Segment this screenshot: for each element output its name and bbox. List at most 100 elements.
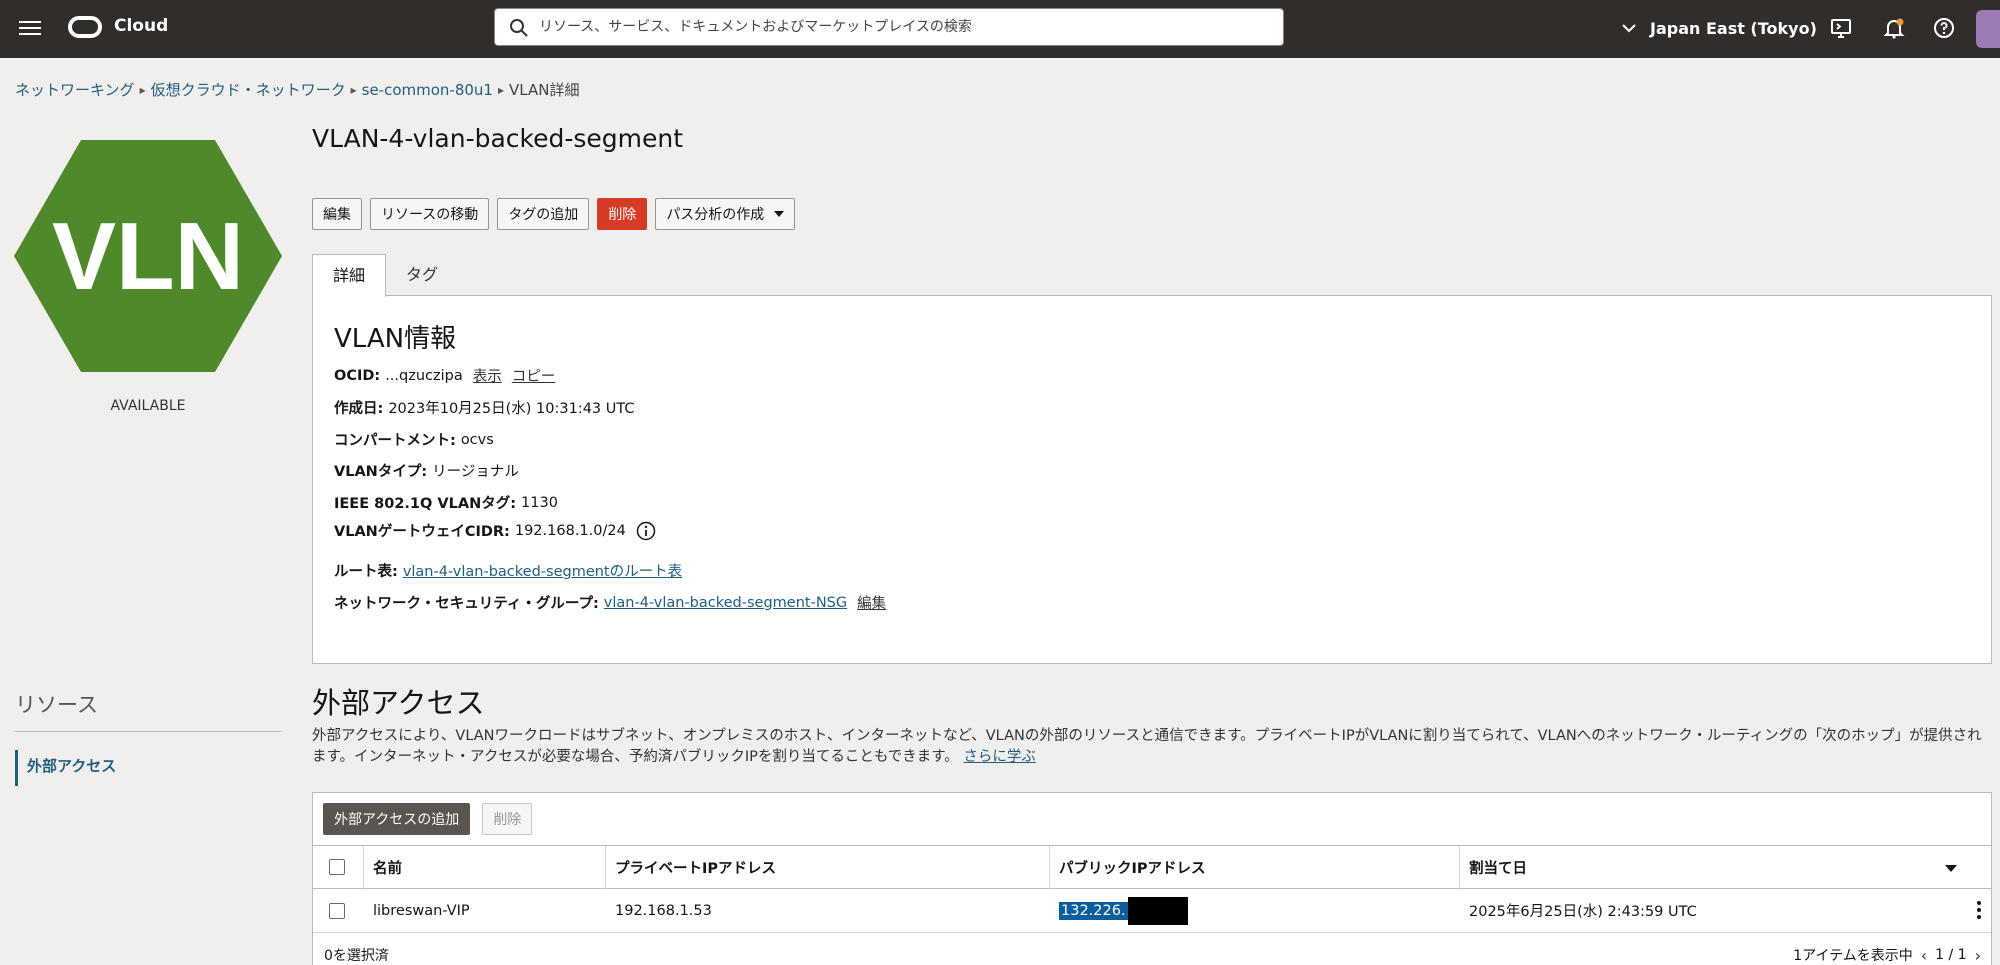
- selected-count: 0を選択済: [324, 948, 389, 964]
- row-assigned-date: 2025年6月25日(水) 2:43:59 UTC: [1469, 904, 1697, 920]
- resources-title: リソース: [15, 693, 98, 717]
- external-access-description: 外部アクセスにより、VLANワークロードはサブネット、オンプレミスのホスト、イン…: [312, 726, 1992, 768]
- vlan-type-label: VLANタイプ:: [334, 464, 428, 480]
- move-resource-button[interactable]: リソースの移動: [370, 198, 490, 230]
- page-indicator: 1 / 1: [1935, 947, 1967, 963]
- edit-button[interactable]: 編集: [312, 198, 362, 230]
- search-bar[interactable]: [494, 8, 1284, 46]
- route-table-label: ルート表:: [334, 564, 398, 580]
- vlan-icon-text: VLN: [52, 203, 244, 310]
- external-access-description-text: 外部アクセスにより、VLANワークロードはサブネット、オンプレミスのホスト、イン…: [312, 728, 1982, 765]
- profile-avatar[interactable]: [1976, 10, 2000, 48]
- vlan-tag-label: IEEE 802.1Q VLANタグ:: [334, 496, 517, 512]
- column-header-name[interactable]: 名前: [363, 846, 402, 888]
- compartment-label: コンパートメント:: [334, 433, 456, 449]
- row-actions-kebab-icon[interactable]: [1977, 901, 1981, 921]
- vlan-info-heading: VLAN情報: [334, 324, 457, 354]
- add-tag-button[interactable]: タグの追加: [497, 198, 590, 230]
- row-private-ip: 192.168.1.53: [615, 902, 712, 919]
- compartment-field: コンパートメント: ocvs: [334, 429, 494, 450]
- vlan-tag-field: IEEE 802.1Q VLANタグ: 1130: [334, 492, 558, 513]
- ocid-field: OCID: ...qzuczipa 表示 コピー: [334, 365, 555, 386]
- cloud-shell-icon[interactable]: [1829, 16, 1853, 40]
- row-checkbox[interactable]: [329, 902, 345, 919]
- nsg-link[interactable]: vlan-4-vlan-backed-segment-NSG: [604, 595, 847, 611]
- select-all-cell: [319, 846, 345, 888]
- tab-bar: 詳細 タグ: [312, 254, 458, 297]
- nsg-edit-link[interactable]: 編集: [857, 592, 886, 613]
- nsg-field: ネットワーク・セキュリティ・グループ: vlan-4-vlan-backed-s…: [334, 592, 886, 613]
- breadcrumb-vcn[interactable]: 仮想クラウド・ネットワーク: [151, 79, 346, 100]
- table-header: 名前 プライベートIPアドレス パブリックIPアドレス 割当て日: [313, 845, 1991, 890]
- table-footer: 0を選択済 1アイテムを表示中 ‹ 1 / 1 ›: [313, 933, 1991, 965]
- created-label: 作成日:: [334, 401, 384, 417]
- breadcrumb-current: VLAN詳細: [509, 81, 580, 99]
- row-public-ip-cell: 132.226.: [1049, 889, 1188, 932]
- tab-details[interactable]: 詳細: [312, 254, 387, 297]
- breadcrumb-separator: ▸: [139, 82, 146, 97]
- help-icon[interactable]: [1932, 16, 1956, 40]
- column-header-assigned-date[interactable]: 割当て日: [1459, 846, 1527, 888]
- ocid-copy-link[interactable]: コピー: [512, 365, 556, 386]
- vlan-type-value: リージョナル: [432, 464, 519, 480]
- table-actions: 外部アクセスの追加 削除: [323, 803, 533, 835]
- resources-divider: [15, 731, 281, 732]
- breadcrumb-networking[interactable]: ネットワーキング: [15, 79, 135, 100]
- nsg-label: ネットワーク・セキュリティ・グループ:: [334, 596, 599, 612]
- learn-more-link[interactable]: さらに学ぶ: [963, 749, 1036, 765]
- vlan-tag-value: 1130: [521, 494, 558, 511]
- search-input[interactable]: [539, 9, 1269, 45]
- route-table-link[interactable]: vlan-4-vlan-backed-segmentのルート表: [403, 560, 682, 581]
- path-analysis-button[interactable]: パス分析の作成: [655, 198, 796, 230]
- created-field: 作成日: 2023年10月25日(水) 10:31:43 UTC: [334, 397, 635, 418]
- cidr-field: VLANゲートウェイCIDR: 192.168.1.0/24: [334, 520, 656, 541]
- row-select-cell: [319, 889, 345, 932]
- logo-text[interactable]: Cloud: [114, 16, 168, 36]
- row-name: libreswan-VIP: [373, 902, 470, 919]
- caret-down-icon: [774, 211, 785, 217]
- cidr-label: VLANゲートウェイCIDR:: [334, 524, 510, 540]
- status-label: AVAILABLE: [110, 398, 186, 414]
- select-all-checkbox[interactable]: [329, 859, 345, 875]
- breadcrumb-vcn-name[interactable]: se-common-80u1: [362, 81, 493, 99]
- table-delete-button[interactable]: 削除: [482, 803, 533, 835]
- chevron-down-icon: [1622, 24, 1636, 33]
- breadcrumb: ネットワーキング ▸ 仮想クラウド・ネットワーク ▸ se-common-80u…: [15, 79, 579, 100]
- route-table-field: ルート表: vlan-4-vlan-backed-segmentのルート表: [334, 560, 682, 581]
- notification-bell-icon[interactable]: [1882, 16, 1906, 40]
- created-value: 2023年10月25日(水) 10:31:43 UTC: [388, 401, 635, 417]
- ocid-value: ...qzuczipa: [385, 367, 463, 384]
- info-icon[interactable]: [636, 521, 656, 541]
- breadcrumb-separator: ▸: [350, 82, 357, 97]
- ocid-show-link[interactable]: 表示: [473, 365, 502, 386]
- region-label: Japan East (Tokyo): [1650, 18, 1817, 38]
- add-external-access-button[interactable]: 外部アクセスの追加: [323, 803, 471, 835]
- breadcrumb-separator: ▸: [497, 82, 505, 97]
- delete-button[interactable]: 削除: [597, 198, 648, 230]
- oracle-logo-icon[interactable]: [68, 16, 102, 38]
- sidebar-item-external-access[interactable]: 外部アクセス: [15, 750, 116, 786]
- path-analysis-label: パス分析の作成: [666, 207, 765, 223]
- menu-icon[interactable]: [19, 17, 41, 39]
- column-header-public-ip[interactable]: パブリックIPアドレス: [1049, 846, 1206, 888]
- external-access-title: 外部アクセス: [312, 686, 485, 720]
- tab-tags[interactable]: タグ: [386, 254, 458, 296]
- column-header-private-ip[interactable]: プライベートIPアドレス: [605, 846, 776, 888]
- action-toolbar: 編集 リソースの移動 タグの追加 削除 パス分析の作成: [312, 198, 796, 230]
- cidr-value: 192.168.1.0/24: [514, 522, 626, 539]
- search-icon: [510, 19, 528, 37]
- region-selector[interactable]: Japan East (Tokyo): [1620, 14, 1817, 42]
- pagination: 1アイテムを表示中 ‹ 1 / 1 ›: [1793, 945, 1981, 965]
- redaction-block: [1127, 896, 1188, 925]
- prev-page-icon[interactable]: ‹: [1921, 946, 1927, 965]
- row-public-ip: 132.226.: [1059, 901, 1128, 920]
- vlan-type-field: VLANタイプ: リージョナル: [334, 460, 519, 481]
- vlan-hexagon-icon: VLN: [14, 140, 282, 372]
- vlan-info-panel: VLAN情報 OCID: ...qzuczipa 表示 コピー 作成日: 202…: [312, 295, 1992, 664]
- items-showing: 1アイテムを表示中: [1793, 948, 1913, 964]
- page-title: VLAN-4-vlan-backed-segment: [312, 124, 684, 153]
- top-bar: Cloud Japan East (Tokyo): [0, 0, 2000, 58]
- sort-caret-icon[interactable]: [1945, 865, 1957, 872]
- next-page-icon[interactable]: ›: [1975, 946, 1981, 965]
- table-row: libreswan-VIP 192.168.1.53 132.226. 2025…: [313, 889, 1991, 933]
